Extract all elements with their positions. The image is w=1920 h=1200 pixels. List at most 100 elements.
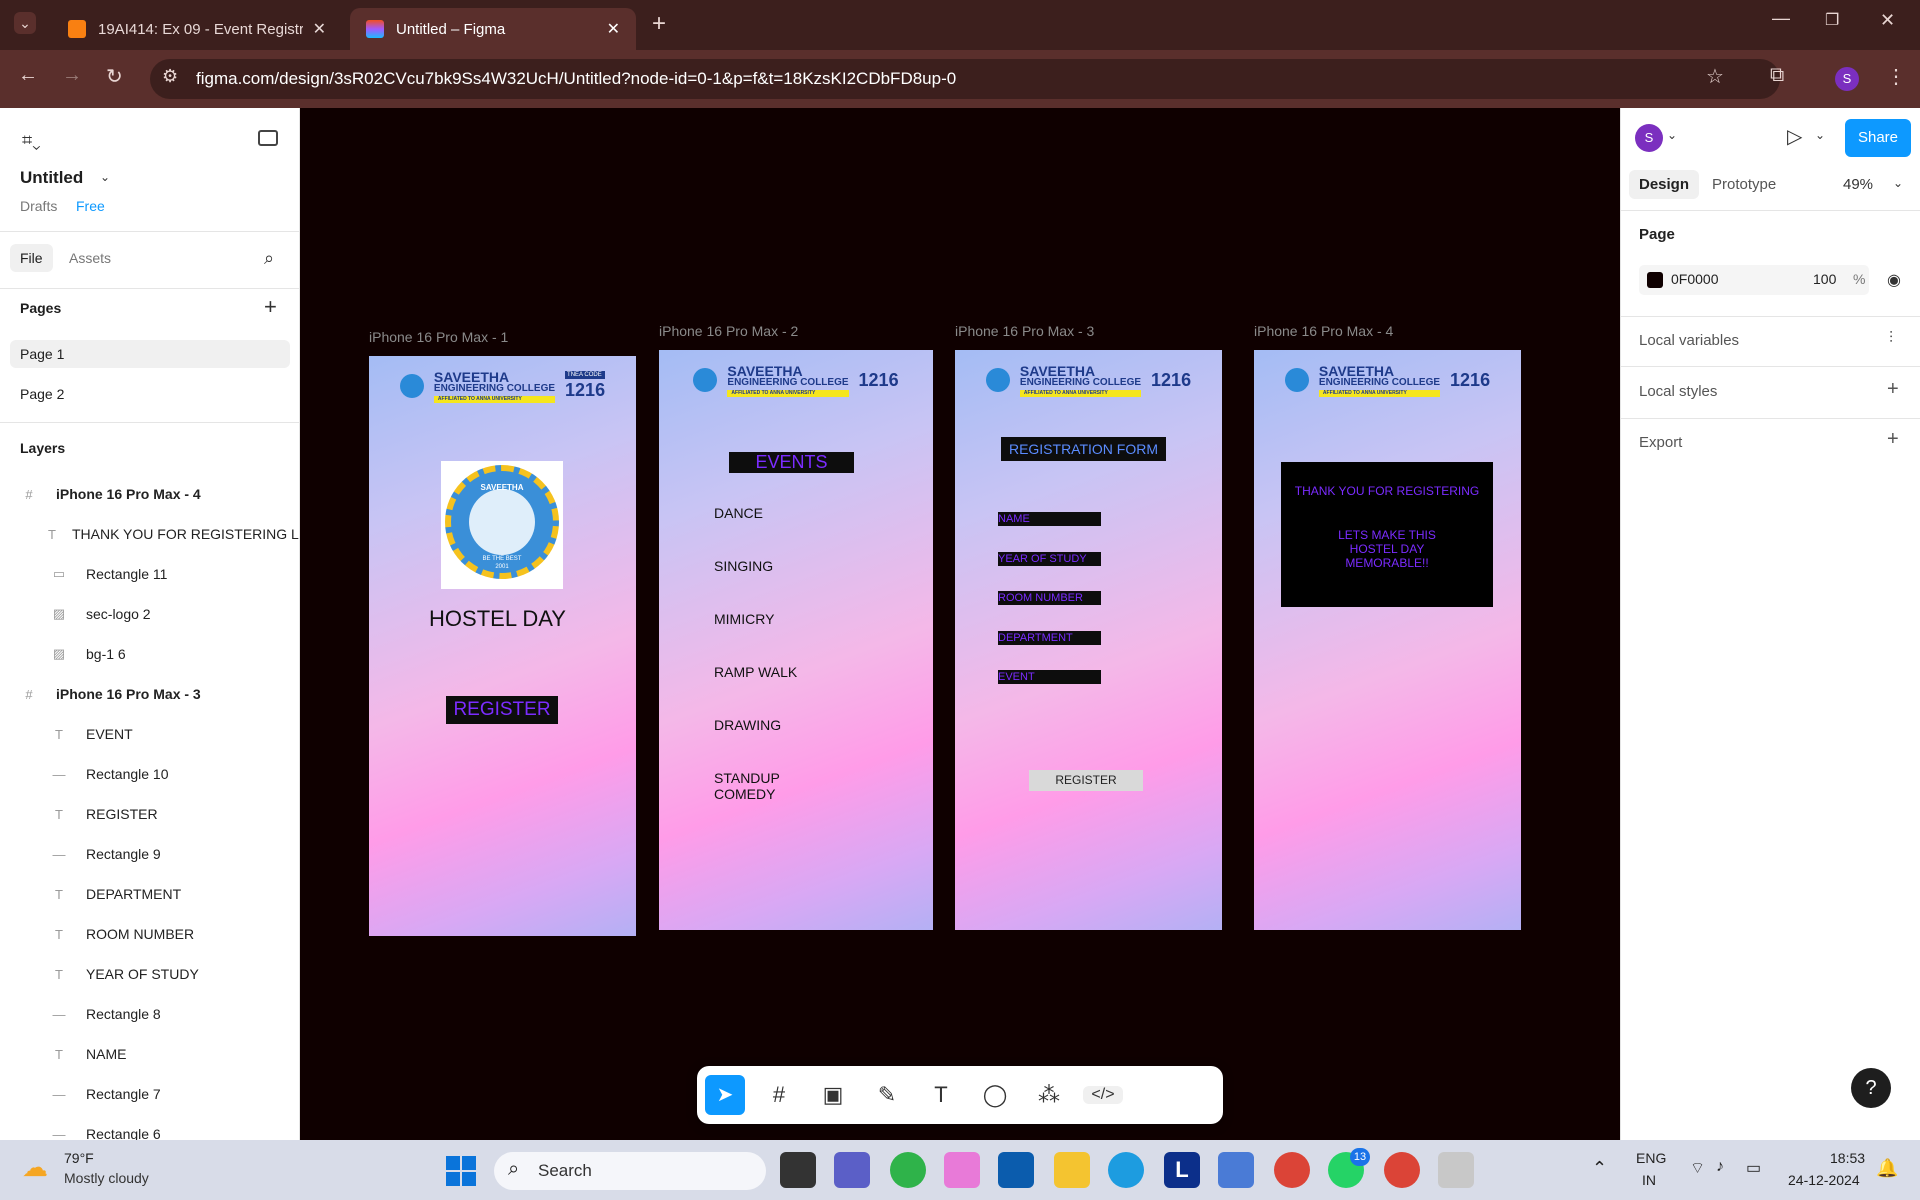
toggle-sidebar-icon[interactable] (258, 130, 278, 146)
page-opacity[interactable]: 100 (1813, 271, 1836, 287)
export-section[interactable]: Export (1639, 434, 1682, 451)
window-close-icon[interactable]: ✕ (1880, 10, 1895, 31)
app-ring-icon[interactable] (890, 1152, 926, 1188)
text-tool-icon[interactable]: T (921, 1082, 961, 1108)
layer-item[interactable]: — Rectangle 9 (0, 834, 299, 874)
help-icon[interactable]: ? (1851, 1068, 1891, 1108)
extensions-icon[interactable]: ⧉ (1770, 64, 1784, 87)
file-name[interactable]: Untitled (20, 168, 83, 188)
add-page-icon[interactable]: + (264, 294, 277, 320)
form-field-label[interactable]: NAME (998, 512, 1101, 526)
teams-icon[interactable] (834, 1152, 870, 1188)
taskbar-search-label[interactable]: Search (538, 1161, 592, 1181)
form-field-label[interactable]: YEAR OF STUDY (998, 551, 1101, 566)
frame-label-2[interactable]: iPhone 16 Pro Max - 2 (659, 323, 798, 339)
chrome-profile-icon[interactable] (1384, 1152, 1420, 1188)
tab-assets[interactable]: Assets (69, 250, 111, 266)
profile-avatar[interactable]: S (1835, 67, 1859, 91)
browser-menu-icon[interactable]: ⋮ (1886, 64, 1906, 89)
form-field-label[interactable]: EVENT (998, 670, 1101, 684)
variables-icon[interactable]: ⫶ (1889, 330, 1893, 348)
layer-item[interactable]: ▨ sec-logo 2 (0, 594, 299, 634)
form-field-label[interactable]: ROOM NUMBER (998, 591, 1101, 605)
frame-iphone-3[interactable]: SAVEETHA ENGINEERING COLLEGE AFFILIATED TO… (955, 350, 1222, 930)
search-icon[interactable]: ⌕ (264, 248, 274, 269)
layer-item[interactable]: ▭ Rectangle 11 (0, 554, 299, 594)
add-export-icon[interactable]: + (1887, 428, 1899, 451)
layer-item[interactable]: T YEAR OF STUDY (0, 954, 299, 994)
color-swatch[interactable] (1647, 272, 1663, 288)
layer-item[interactable]: # iPhone 16 Pro Max - 4 (0, 474, 299, 514)
design-canvas[interactable]: iPhone 16 Pro Max - 1 iPhone 16 Pro Max … (301, 108, 1620, 1140)
page-color-hex[interactable]: 0F0000 (1671, 271, 1718, 287)
back-icon[interactable]: ← (18, 64, 38, 87)
app-arrow-icon[interactable] (1218, 1152, 1254, 1188)
weather-desc[interactable]: Mostly cloudy (64, 1170, 149, 1186)
battery-icon[interactable]: ▭ (1746, 1158, 1761, 1178)
tab-search-chevron-icon[interactable]: ⌄ (14, 12, 36, 34)
volume-icon[interactable]: ♪ (1716, 1158, 1724, 1176)
plan-badge[interactable]: Free (76, 198, 105, 214)
edge-icon[interactable] (1108, 1152, 1144, 1188)
add-style-icon[interactable]: + (1887, 378, 1899, 401)
language-1[interactable]: ENG (1636, 1150, 1666, 1166)
frame-label-3[interactable]: iPhone 16 Pro Max - 3 (955, 323, 1094, 339)
present-play-icon[interactable]: ▷ (1787, 124, 1802, 149)
new-tab-icon[interactable]: + (652, 10, 666, 38)
local-variables-section[interactable]: Local variables (1639, 332, 1739, 349)
comment-tool-icon[interactable]: ◯ (975, 1082, 1015, 1108)
reload-icon[interactable]: ↻ (106, 64, 123, 89)
avatar-chevron-icon[interactable]: ⌄ (1667, 128, 1677, 142)
minimize-icon[interactable]: — (1772, 8, 1790, 29)
close-tab-icon[interactable]: ✕ (607, 19, 620, 39)
visibility-eye-icon[interactable]: ◉ (1887, 270, 1901, 290)
layer-item[interactable]: T REGISTER (0, 794, 299, 834)
frame-iphone-2[interactable]: SAVEETHA ENGINEERING COLLEGE AFFILIATED TO… (659, 350, 933, 930)
lms-l-icon[interactable]: L (1164, 1152, 1200, 1188)
page-item-2[interactable]: Page 2 (20, 386, 64, 402)
zoom-chevron-icon[interactable]: ⌄ (1893, 176, 1903, 190)
tab-prototype[interactable]: Prototype (1712, 176, 1776, 193)
taskbar-search-box[interactable] (494, 1152, 766, 1190)
frame-iphone-4[interactable]: SAVEETHA ENGINEERING COLLEGE AFFILIATED TO… (1254, 350, 1521, 930)
frame-tool-icon[interactable]: # (759, 1082, 799, 1108)
layer-item[interactable]: T EVENT (0, 714, 299, 754)
weather-icon[interactable]: ☁ (22, 1152, 48, 1183)
local-styles-section[interactable]: Local styles (1639, 383, 1717, 400)
file-explorer-icon[interactable] (1054, 1152, 1090, 1188)
close-tab-icon[interactable]: ✕ (313, 19, 326, 39)
snipping-tool-icon[interactable] (1438, 1152, 1474, 1188)
restore-icon[interactable]: ❐ (1825, 10, 1839, 30)
move-tool-icon[interactable]: ➤ (705, 1075, 745, 1115)
notification-bell-icon[interactable]: 🔔 (1876, 1158, 1898, 1179)
layer-item[interactable]: T NAME (0, 1034, 299, 1074)
weather-temp[interactable]: 79°F (64, 1150, 94, 1166)
tab-design[interactable]: Design (1629, 170, 1700, 199)
share-button[interactable]: Share (1845, 119, 1911, 157)
submit-register-button[interactable]: REGISTER (1029, 770, 1143, 791)
dev-mode-icon[interactable]: </> (1083, 1086, 1123, 1104)
tray-chevron-icon[interactable]: ⌃ (1592, 1158, 1607, 1179)
store-icon[interactable] (998, 1152, 1034, 1188)
frame-label-1[interactable]: iPhone 16 Pro Max - 1 (369, 329, 508, 345)
tab-file[interactable]: File (10, 244, 53, 272)
url-text[interactable]: figma.com/design/3sR02CVcu7bk9Ss4W32UcH/… (196, 69, 956, 89)
drafts-link[interactable]: Drafts (20, 198, 57, 214)
image-tool-icon[interactable]: ▣ (813, 1082, 853, 1108)
frame-label-4[interactable]: iPhone 16 Pro Max - 4 (1254, 323, 1393, 339)
layer-item[interactable]: ▨ bg-1 6 (0, 634, 299, 674)
layer-item[interactable]: T DEPARTMENT (0, 874, 299, 914)
layer-item[interactable]: — Rectangle 7 (0, 1074, 299, 1114)
windows-start-icon[interactable] (446, 1156, 476, 1186)
present-chevron-icon[interactable]: ⌄ (1815, 128, 1825, 142)
register-button[interactable]: REGISTER (446, 696, 558, 724)
layer-item[interactable]: — Rectangle 10 (0, 754, 299, 794)
forward-icon[interactable]: → (62, 64, 82, 87)
site-settings-icon[interactable]: ⚙ (162, 66, 178, 87)
page-item-1[interactable]: Page 1 (20, 346, 64, 362)
layer-item[interactable]: — Rectangle 6 (0, 1114, 299, 1140)
language-2[interactable]: IN (1642, 1172, 1656, 1188)
figma-main-menu-icon[interactable]: ⌗⌄ (22, 130, 41, 151)
layer-item[interactable]: # iPhone 16 Pro Max - 3 (0, 674, 299, 714)
wifi-icon[interactable]: ⌔ (1690, 1158, 1705, 1178)
